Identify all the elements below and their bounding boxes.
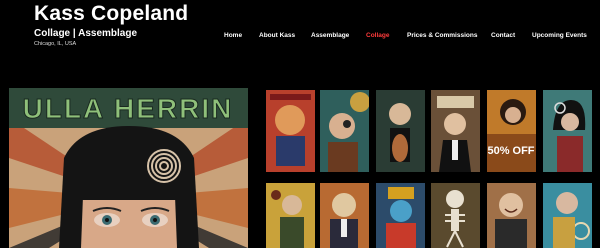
nav-home[interactable]: Home — [224, 32, 242, 39]
nav-about-kass[interactable]: About Kass — [259, 32, 295, 39]
nav-collage[interactable]: Collage — [366, 32, 389, 39]
gallery-thumb-9[interactable] — [376, 183, 425, 248]
gallery-thumb-1[interactable] — [266, 90, 315, 172]
featured-banner-text: ULLA HERRIN — [23, 93, 234, 124]
nav-assemblage[interactable]: Assemblage — [311, 32, 349, 39]
gallery-thumb-6[interactable] — [543, 90, 592, 172]
gallery-thumb-12[interactable] — [543, 183, 592, 248]
nav-prices-commissions[interactable]: Prices & Commissions — [407, 32, 477, 39]
nav-upcoming-events[interactable]: Upcoming Events — [532, 32, 587, 39]
featured-artwork[interactable]: ULLA HERRIN — [9, 88, 248, 248]
gallery-thumb-8[interactable] — [320, 183, 369, 248]
featured-artwork-image: ULLA HERRIN — [9, 88, 248, 248]
nav-contact[interactable]: Contact — [491, 32, 515, 39]
sale-text: 50% OFF — [487, 145, 534, 157]
gallery-thumb-5[interactable]: 50% OFF — [487, 90, 536, 172]
gallery-thumb-7[interactable] — [266, 183, 315, 248]
main-nav: Home About Kass Assemblage Collage Price… — [0, 32, 600, 42]
site-title[interactable]: Kass Copeland — [34, 2, 188, 26]
gallery-thumb-4[interactable] — [431, 90, 480, 172]
gallery-thumb-10[interactable] — [431, 183, 480, 248]
gallery-thumb-11[interactable] — [487, 183, 536, 248]
gallery-thumb-3[interactable] — [376, 90, 425, 172]
gallery-thumb-2[interactable] — [320, 90, 369, 172]
